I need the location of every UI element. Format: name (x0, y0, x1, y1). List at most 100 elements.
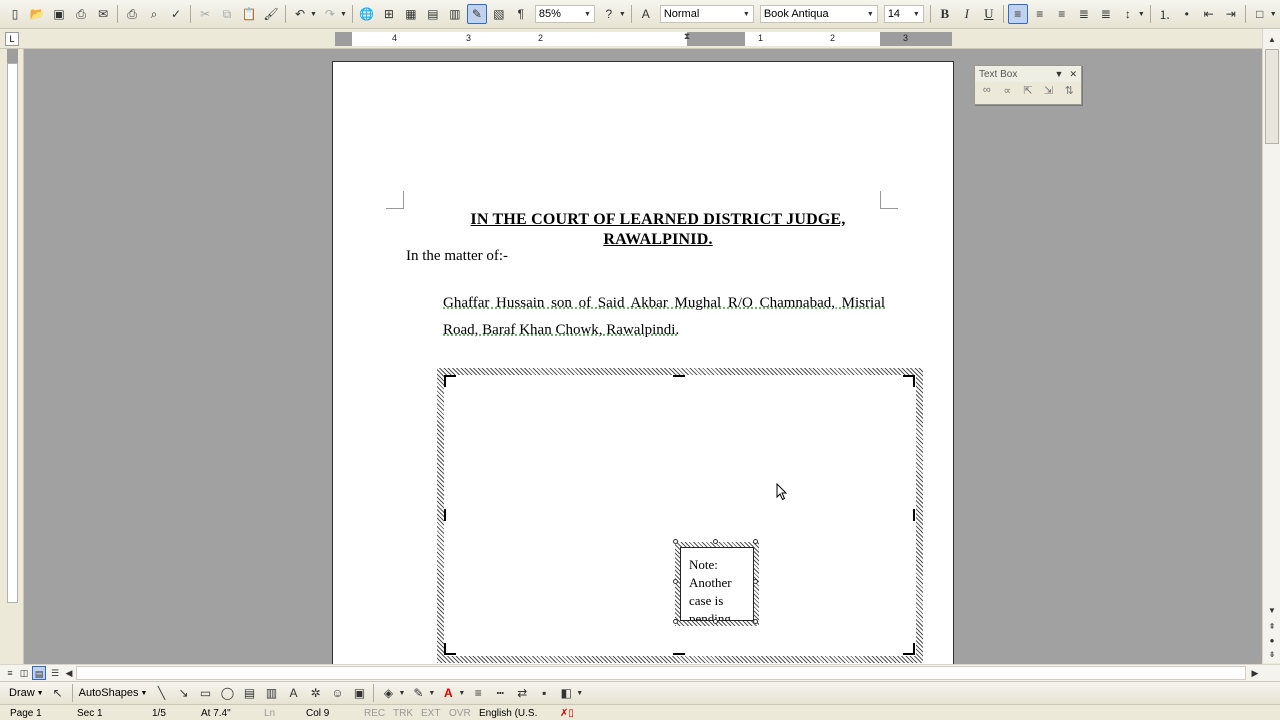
canvas-handle[interactable] (444, 375, 446, 387)
border-icon[interactable]: □ (1250, 4, 1270, 24)
numbering-icon[interactable]: ⒈ (1155, 4, 1175, 24)
wordart-icon[interactable]: A (283, 683, 303, 703)
shadow-style-icon[interactable]: ▪ (534, 683, 554, 703)
picture-icon[interactable]: ▣ (349, 683, 369, 703)
draw-menu-button[interactable]: Draw ▼ (6, 687, 47, 699)
oval-icon[interactable]: ◯ (217, 683, 237, 703)
status-extend[interactable]: EXT (421, 708, 440, 719)
redo-dropdown-icon[interactable]: ▼ (340, 11, 347, 18)
select-objects-icon[interactable]: ↖ (48, 683, 68, 703)
status-language[interactable]: English (U.S. (479, 708, 537, 719)
status-track-changes[interactable]: TRK (393, 708, 413, 719)
font-combo[interactable]: Book Antiqua ▼ (759, 5, 878, 23)
previous-textbox-icon[interactable]: ⇱ (1020, 84, 1036, 100)
email-icon[interactable]: ✉ (93, 4, 113, 24)
tab-selector[interactable]: L (5, 32, 19, 46)
normal-view-icon[interactable]: ≡ (3, 666, 17, 680)
fill-color-icon[interactable]: ◈ (378, 683, 398, 703)
undo-dropdown-icon[interactable]: ▼ (310, 11, 317, 18)
canvas-handle[interactable] (673, 653, 685, 655)
canvas-handle[interactable] (444, 643, 446, 655)
underline-button[interactable]: U (979, 4, 999, 24)
bullets-icon[interactable]: • (1177, 4, 1197, 24)
align-left-icon[interactable]: ≡ (1007, 4, 1028, 24)
arrow-style-icon[interactable]: ⇄ (512, 683, 532, 703)
draw-font-color-dropdown-icon[interactable]: ▼ (458, 690, 465, 697)
canvas-handle[interactable] (673, 375, 685, 377)
tables-borders-icon[interactable]: ⊞ (379, 4, 399, 24)
status-record[interactable]: REC (364, 708, 385, 719)
scroll-thumb[interactable] (1265, 49, 1279, 144)
decrease-indent-icon[interactable]: ⇤ (1199, 4, 1219, 24)
indent-marker[interactable]: ⧗ (682, 31, 692, 47)
align-right-icon[interactable]: ≡ (1052, 4, 1072, 24)
columns-icon[interactable]: ▥ (445, 4, 465, 24)
toolbar-options-icon[interactable]: ▼ (1055, 69, 1064, 80)
resize-handle[interactable] (673, 539, 678, 544)
justify-icon[interactable]: ≣ (1074, 4, 1094, 24)
scroll-right-icon[interactable]: ▶ (1248, 666, 1262, 680)
status-overtype[interactable]: OVR (449, 708, 471, 719)
scroll-up-icon[interactable]: ▲ (1264, 32, 1280, 48)
line-spacing-icon[interactable]: ↕ (1118, 4, 1138, 24)
print-icon[interactable]: ⎙ (122, 4, 142, 24)
note-text[interactable]: Note: Another case is pending (680, 547, 754, 621)
resize-handle[interactable] (713, 619, 718, 624)
format-painter-icon[interactable]: 🖌 (261, 4, 281, 24)
paste-icon[interactable]: 📋 (239, 4, 259, 24)
open-icon[interactable]: 📂 (27, 4, 47, 24)
font-size-combo[interactable]: 14 ▼ (883, 5, 924, 23)
distributed-icon[interactable]: ≣ (1096, 4, 1116, 24)
print-layout-icon[interactable]: ▤ (32, 666, 46, 680)
help-dropdown-icon[interactable]: ▼ (619, 11, 626, 18)
fill-color-dropdown-icon[interactable]: ▼ (398, 690, 405, 697)
help-icon[interactable]: ? (599, 4, 619, 24)
canvas-handle[interactable] (913, 509, 915, 521)
zoom-combo[interactable]: 85% ▼ (534, 5, 595, 23)
increase-indent-icon[interactable]: ⇥ (1221, 4, 1241, 24)
resize-handle[interactable] (713, 539, 718, 544)
redo-icon[interactable]: ↷ (320, 4, 340, 24)
document-page[interactable]: IN THE COURT OF LEARNED DISTRICT JUDGE, … (332, 61, 954, 664)
print-preview-icon[interactable]: ⌕ (144, 4, 164, 24)
scroll-left-icon[interactable]: ◀ (62, 666, 76, 680)
canvas-handle[interactable] (913, 375, 915, 387)
3d-dropdown-icon[interactable]: ▼ (576, 690, 583, 697)
resize-handle[interactable] (673, 579, 678, 584)
resize-handle[interactable] (753, 579, 758, 584)
drawing-icon[interactable]: ✎ (466, 4, 487, 24)
resize-handle[interactable] (753, 539, 758, 544)
line-color-dropdown-icon[interactable]: ▼ (428, 690, 435, 697)
insert-table-icon[interactable]: ▦ (401, 4, 421, 24)
undo-icon[interactable]: ↶ (290, 4, 310, 24)
canvas-handle[interactable] (444, 509, 446, 521)
next-page-icon[interactable]: ⇟ (1264, 647, 1280, 663)
resize-handle[interactable] (753, 619, 758, 624)
hyperlink-icon[interactable]: 🌐 (357, 4, 377, 24)
next-textbox-icon[interactable]: ⇲ (1041, 84, 1057, 100)
vertical-ruler[interactable] (0, 49, 24, 664)
line-style-icon[interactable]: ≡ (468, 683, 488, 703)
border-dropdown-icon[interactable]: ▼ (1270, 11, 1277, 18)
style-combo[interactable]: Normal ▼ (659, 5, 754, 23)
canvas-handle[interactable] (913, 643, 915, 655)
outline-view-icon[interactable]: ☰ (48, 666, 62, 680)
create-link-icon[interactable]: ∞ (979, 84, 995, 100)
dash-style-icon[interactable]: ┅ (490, 683, 510, 703)
line-spacing-dropdown-icon[interactable]: ▼ (1138, 11, 1145, 18)
show-hide-icon[interactable]: ¶ (511, 4, 531, 24)
styles-formatting-icon[interactable]: A (636, 4, 656, 24)
autoshapes-menu-button[interactable]: AutoShapes ▼ (76, 687, 151, 699)
web-layout-icon[interactable]: ◫ (17, 666, 31, 680)
vertical-textbox-icon[interactable]: ▥ (261, 683, 281, 703)
copy-icon[interactable]: ⧉ (217, 4, 237, 24)
resize-handle[interactable] (673, 619, 678, 624)
cut-icon[interactable]: ✂ (195, 4, 215, 24)
close-icon[interactable]: ✕ (1069, 69, 1077, 80)
spelling-status-icon[interactable]: ✗▯ (560, 708, 574, 719)
vertical-scrollbar[interactable]: ▲ ▼ ⇞ ● ⇟ (1262, 29, 1280, 663)
change-direction-icon[interactable]: ⇅ (1061, 84, 1077, 100)
spelling-icon[interactable]: ✓ (166, 4, 186, 24)
textbox-toolbar-titlebar[interactable]: Text Box ▼ ✕ (975, 66, 1081, 82)
diagram-icon[interactable]: ✲ (305, 683, 325, 703)
